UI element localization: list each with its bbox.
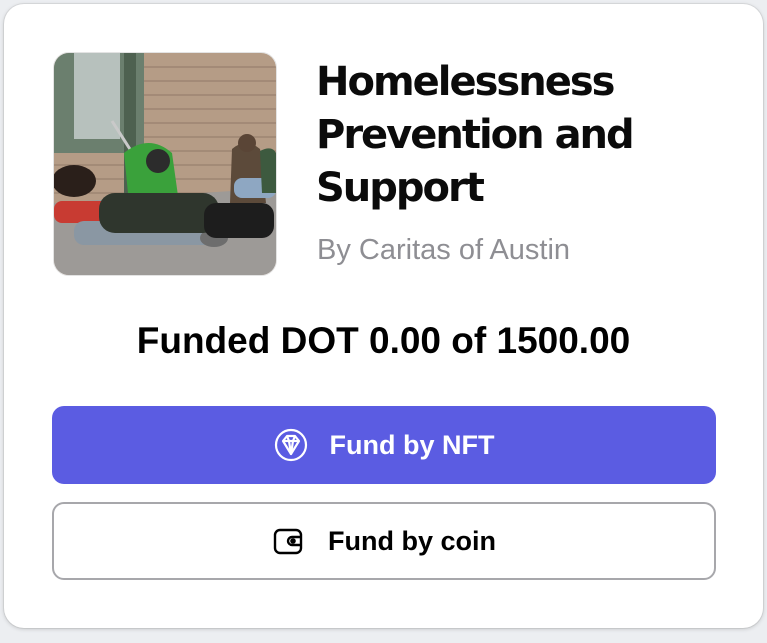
wallet-icon (272, 524, 306, 558)
campaign-organization: By Caritas of Austin (317, 234, 571, 266)
campaign-photo (53, 52, 277, 276)
fund-by-coin-button[interactable]: Fund by coin (52, 502, 716, 580)
campaign-title: Homelessness Prevention and Support (316, 59, 635, 211)
fund-by-nft-label: Fund by NFT (329, 429, 495, 460)
campaign-card: Homelessness Prevention and Support By C… (4, 4, 763, 628)
fund-by-coin-label: Fund by coin (328, 525, 496, 556)
funding-status: Funded DOT 0.00 of 1500.00 (136, 320, 631, 361)
diamond-icon (274, 428, 308, 462)
fund-by-nft-button[interactable]: Fund by NFT (52, 406, 716, 484)
